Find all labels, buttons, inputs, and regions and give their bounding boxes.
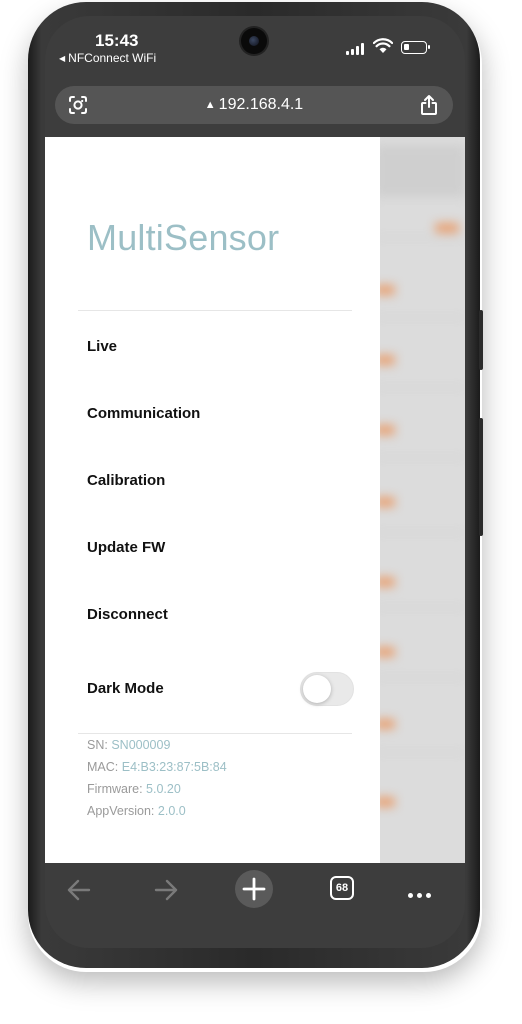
power-button (479, 418, 483, 536)
mac-address: MAC: E4:B3:23:87:5B:84 (87, 760, 227, 774)
status-time: 15:43 (95, 31, 139, 50)
side-drawer: MultiSensor Live Communication Calibrati… (45, 137, 380, 863)
share-icon[interactable] (419, 94, 439, 116)
mac-label: MAC: (87, 760, 119, 774)
brand-title: MultiSensor (87, 217, 280, 258)
url-text: 192.168.4.1 (218, 96, 304, 113)
front-camera (241, 28, 267, 54)
sn-label: SN: (87, 738, 108, 752)
dark-mode-toggle[interactable] (300, 672, 354, 706)
browser-toolbar: 68 (45, 863, 465, 948)
app-version: AppVersion: 2.0.0 (87, 804, 186, 818)
firmware-label: Firmware: (87, 782, 143, 796)
dark-mode-label: Dark Mode (87, 680, 164, 697)
nav-item-calibration[interactable]: Calibration (87, 472, 165, 489)
nav-item-communication[interactable]: Communication (87, 405, 200, 422)
serial-number: SN: SN000009 (87, 738, 170, 752)
app-version-label: AppVersion: (87, 804, 155, 818)
status-carrier[interactable]: ◀ NFConnect WiFi (59, 51, 156, 65)
plus-icon (242, 877, 266, 901)
sn-value: SN000009 (111, 738, 171, 752)
nav-item-live[interactable]: Live (87, 338, 117, 355)
nav-item-update-fw[interactable]: Update FW (87, 539, 165, 556)
info-divider (78, 733, 352, 734)
firmware-value: 5.0.20 (146, 782, 181, 796)
back-to-app-icon: ◀ (59, 54, 66, 63)
more-options-icon[interactable] (408, 885, 435, 903)
mac-value: E4:B3:23:87:5B:84 (121, 760, 227, 774)
warning-icon: ▲ (204, 99, 216, 111)
screen: 15:43 ◀ NFConnect WiFi ▲ 192.168.4.1 Mul… (45, 16, 465, 948)
app-version-value: 2.0.0 (157, 804, 186, 818)
brand-divider (78, 310, 352, 311)
firmware-version: Firmware: 5.0.20 (87, 782, 181, 796)
toggle-knob (303, 675, 331, 703)
volume-up-button (479, 310, 483, 370)
carrier-label: NFConnect WiFi (68, 51, 157, 65)
new-tab-button[interactable] (235, 870, 273, 908)
nav-item-disconnect[interactable]: Disconnect (87, 606, 168, 623)
url-display[interactable]: ▲ 192.168.4.1 (55, 96, 453, 114)
battery-icon (401, 41, 430, 54)
tab-count-button[interactable]: 68 (330, 876, 354, 900)
back-arrow-icon[interactable] (65, 875, 93, 905)
forward-arrow-icon[interactable] (152, 875, 180, 905)
web-page: MultiSensor Live Communication Calibrati… (45, 137, 465, 863)
blurred-dashboard-background (375, 137, 465, 863)
address-bar[interactable]: ▲ 192.168.4.1 (55, 86, 453, 124)
signal-icon (346, 43, 366, 55)
wifi-icon (373, 38, 393, 53)
